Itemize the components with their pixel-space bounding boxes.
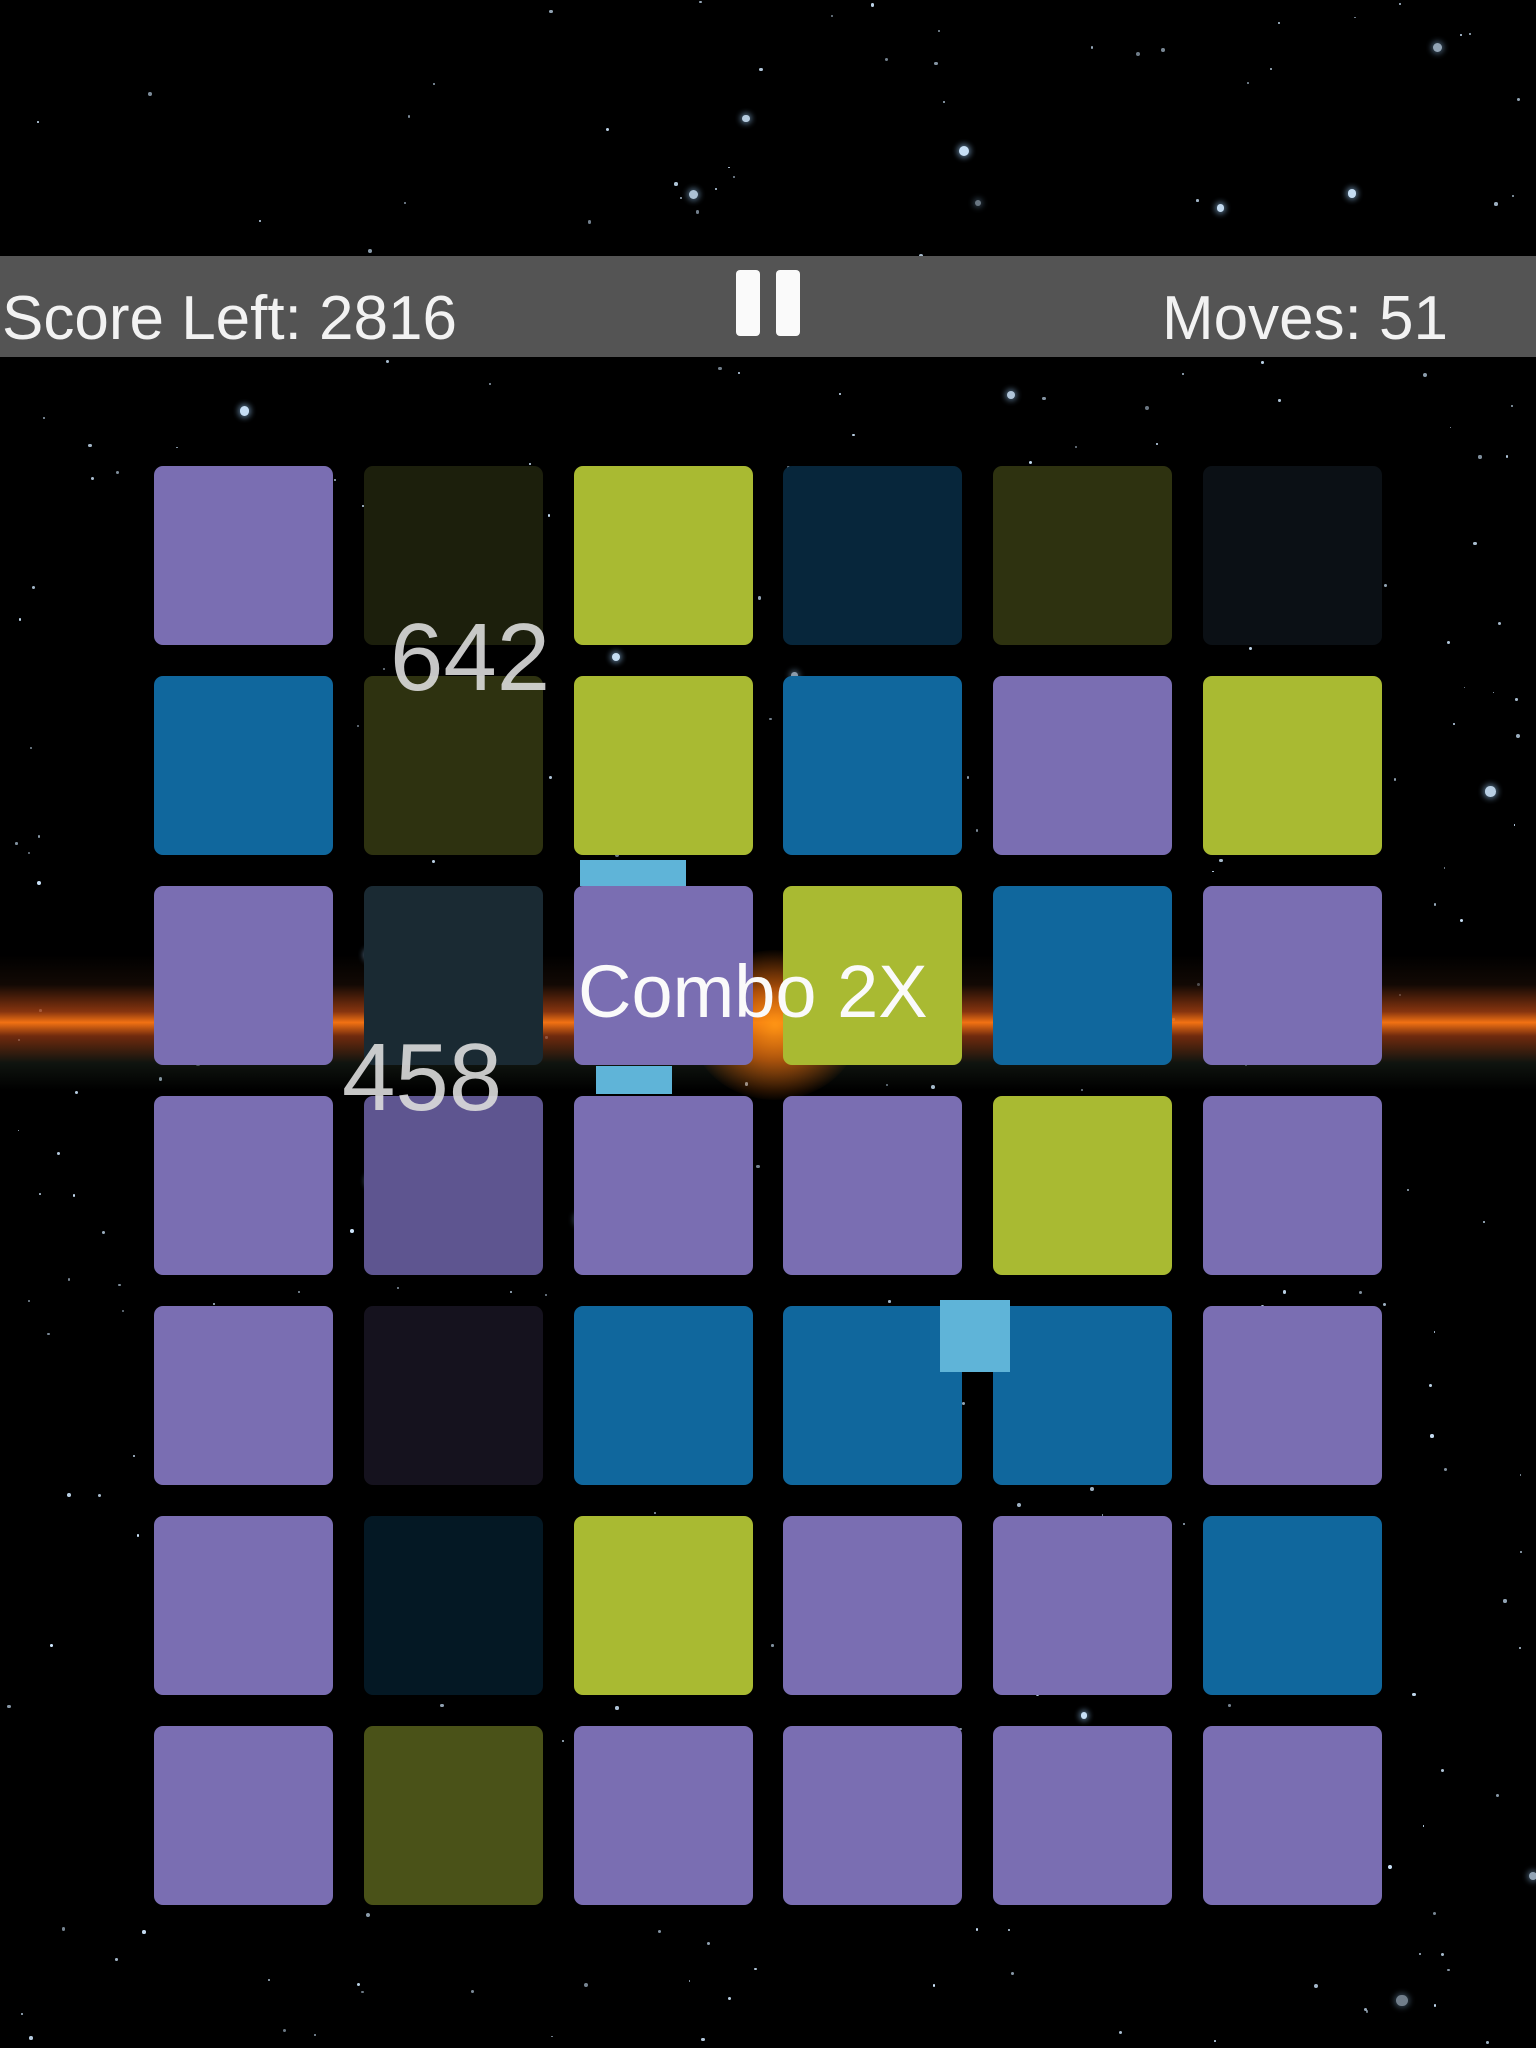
tile-purple[interactable] [574,1726,753,1905]
tile-dim-navy[interactable] [783,466,962,645]
tile-lime[interactable] [574,676,753,855]
tile-purple[interactable] [154,886,333,1065]
tile-lime[interactable] [574,466,753,645]
tile-purple[interactable] [154,1096,333,1275]
floating-score-popup: 458 [342,1024,503,1131]
tile-purple[interactable] [1203,886,1382,1065]
tile-lime[interactable] [574,1516,753,1695]
tile-blue[interactable] [993,1306,1172,1485]
tile-blue[interactable] [154,676,333,855]
tile-purple[interactable] [993,1726,1172,1905]
tile-purple[interactable] [1203,1306,1382,1485]
tile-purple[interactable] [993,1516,1172,1695]
tile-purple[interactable] [783,1726,962,1905]
tile-link-connector [940,1300,1010,1372]
tile-purple[interactable] [154,1516,333,1695]
tile-blue[interactable] [574,1306,753,1485]
tile-dim-plum[interactable] [364,1306,543,1485]
tile-purple[interactable] [1203,1096,1382,1275]
tile-dim-charcoal[interactable] [1203,466,1382,645]
tile-purple[interactable] [154,1306,333,1485]
tile-purple[interactable] [783,1516,962,1695]
tile-link-connector [580,860,686,886]
tile-blue[interactable] [783,676,962,855]
tile-purple[interactable] [154,466,333,645]
tile-purple[interactable] [154,1726,333,1905]
tile-dim-navy-deep[interactable] [364,1516,543,1695]
tile-link-connector [596,1066,672,1094]
tile-lime[interactable] [1203,676,1382,855]
tile-blue[interactable] [993,886,1172,1065]
tile-purple[interactable] [993,676,1172,855]
combo-multiplier-popup: Combo 2X [578,950,928,1033]
floating-score-popup: 642 [390,604,551,711]
tile-blue[interactable] [783,1306,962,1485]
tile-lime[interactable] [993,1096,1172,1275]
tile-dim-olive-green[interactable] [364,1726,543,1905]
tile-purple[interactable] [574,1096,753,1275]
tile-dim-olive[interactable] [993,466,1172,645]
tile-purple[interactable] [1203,1726,1382,1905]
tile-blue[interactable] [1203,1516,1382,1695]
tile-purple[interactable] [783,1096,962,1275]
